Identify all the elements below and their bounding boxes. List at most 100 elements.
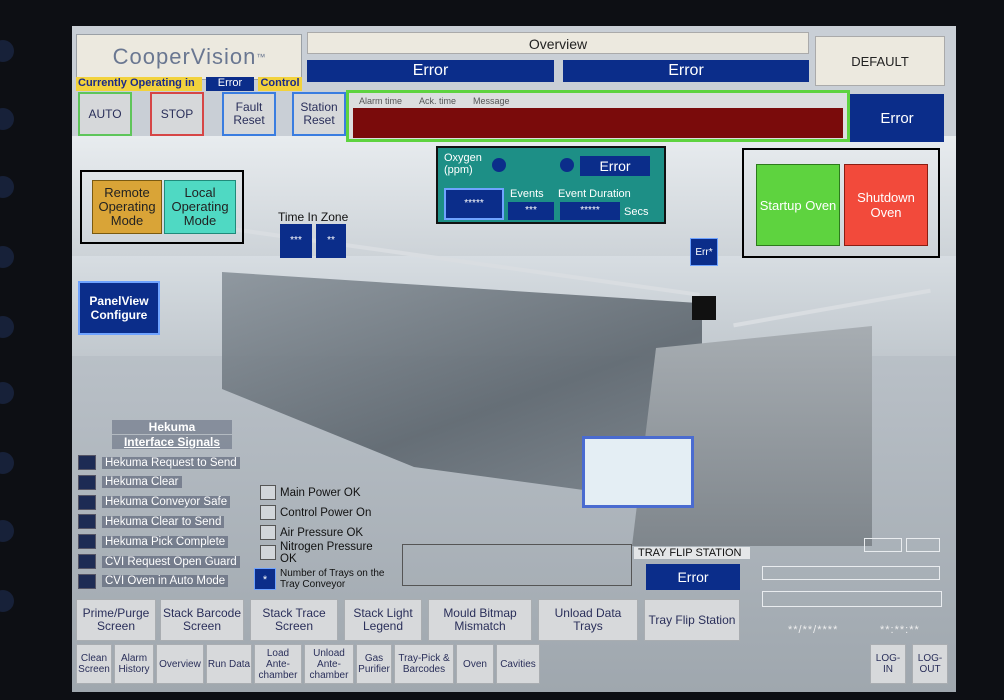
logo-panel: CooperVision ™ (76, 34, 302, 80)
alarm-time-header: Alarm time (359, 96, 403, 106)
indicator-label: Nitrogen Pressure OK (280, 540, 373, 565)
remote-operating-mode-button[interactable]: Remote Operating Mode (92, 180, 162, 234)
fault-reset-button[interactable]: Fault Reset (222, 92, 276, 136)
nav-button[interactable]: Alarm History (114, 644, 154, 684)
function-button[interactable]: Mould Bitmap Mismatch (428, 599, 532, 641)
hmi-screen: CooperVision ™ Overview Error Error DEFAU… (72, 26, 956, 692)
hekuma-signal-row: Hekuma Conveyor Safe (78, 494, 256, 511)
message-header: Message (473, 96, 510, 106)
hekuma-signal-row: Hekuma Pick Complete (78, 533, 256, 550)
indicator-outline (762, 591, 942, 607)
logo-text: CooperVision (112, 44, 257, 69)
hekuma-signal-row: CVI Request Open Guard (78, 553, 256, 570)
signal-label: Hekuma Request to Send (102, 456, 240, 469)
signal-indicator (78, 455, 96, 470)
plant-indicator-row: Air Pressure OK (260, 524, 390, 541)
alarm-side-status: Error (850, 94, 944, 142)
signal-label: Hekuma Clear (102, 476, 182, 489)
tray-count-label: Number of Trays on the Tray Conveyor (280, 568, 385, 590)
indicator-label: Air Pressure OK (280, 526, 364, 539)
signal-indicator (78, 474, 96, 490)
time-in-zone-value-2: ** (316, 224, 346, 258)
tray-count: * (254, 568, 276, 590)
login-button[interactable]: LOG-IN (870, 644, 906, 684)
indicator-light (260, 505, 276, 520)
nav-button[interactable]: Run Data (206, 644, 252, 684)
nav-button[interactable]: Load Ante-chamber (254, 644, 302, 684)
alarm-banner[interactable]: Alarm time Ack. time Message (346, 90, 850, 142)
signal-indicator (78, 514, 96, 530)
error-tag[interactable]: Err* (690, 238, 718, 266)
events-label: Events (510, 188, 544, 200)
function-button[interactable]: Unload Data Trays (538, 599, 638, 641)
function-button[interactable]: Prime/Purge Screen (76, 599, 156, 641)
plant-indicator-row: Nitrogen Pressure OK (260, 541, 390, 565)
plant-indicator-row: Control Power On (260, 504, 390, 521)
signal-label: Hekuma Clear to Send (102, 515, 225, 528)
nav-button[interactable]: Gas Purifier (356, 644, 392, 684)
alarm-message-area (353, 108, 843, 138)
indicator-light (260, 485, 276, 500)
signal-label: Hekuma Conveyor Safe (102, 496, 231, 509)
currently-operating-label: Currently Operating in (76, 77, 202, 91)
indicator-outline (864, 538, 902, 552)
nav-button[interactable]: Unload Ante-chamber (304, 644, 354, 684)
function-button[interactable]: Tray Flip Station (644, 599, 740, 641)
hekuma-signal-row: Hekuma Clear to Send (78, 513, 256, 530)
function-button[interactable]: Stack Light Legend (344, 599, 422, 641)
nav-button[interactable]: Clean Screen (76, 644, 112, 684)
oven-control-group: Startup Oven Shutdown Oven (742, 148, 940, 258)
tray-flip-status: Error (646, 564, 740, 590)
tray-flip-station-label: TRAY FLIP STATION (634, 547, 750, 559)
plant-indicator-row: Main Power OK (260, 484, 390, 501)
time-in-zone-label: Time In Zone (278, 210, 349, 224)
event-duration-label: Event Duration (558, 188, 631, 200)
function-button[interactable]: Stack Barcode Screen (160, 599, 244, 641)
hekuma-subtitle: Interface Signals (112, 435, 232, 449)
status-indicator-black (692, 296, 716, 320)
oxygen-value: ***** (444, 188, 504, 220)
indicator-outline (906, 538, 940, 552)
hekuma-title: Hekuma (112, 420, 232, 434)
hekuma-signal-row: Hekuma Request to Send (78, 454, 256, 471)
page-title: Overview (307, 32, 809, 54)
trademark: ™ (256, 52, 266, 62)
date-display: **/**/**** (788, 624, 839, 636)
machine-display-image (582, 436, 694, 508)
shutdown-oven-button[interactable]: Shutdown Oven (844, 164, 928, 246)
hekuma-signal-row: CVI Oven in Auto Mode (78, 573, 256, 590)
oxygen-status: Error (580, 156, 650, 176)
time-in-zone-value-1: *** (280, 224, 312, 258)
signal-label: Hekuma Pick Complete (102, 535, 229, 548)
indicator-outline (762, 566, 940, 580)
nav-button[interactable]: Tray-Pick & Barcodes (394, 644, 454, 684)
signal-indicator (78, 494, 96, 510)
indicator-label: Control Power On (280, 506, 372, 519)
local-operating-mode-button[interactable]: Local Operating Mode (164, 180, 236, 234)
status-error-right: Error (563, 60, 809, 82)
signal-indicator (78, 554, 96, 569)
event-duration-value: ***** (560, 202, 620, 220)
signal-label: CVI Oven in Auto Mode (102, 575, 229, 588)
control-label: Control (258, 77, 302, 91)
nav-button[interactable]: Oven (456, 644, 494, 684)
operating-status: Error (206, 77, 254, 91)
oxygen-label: Oxygen (ppm) (444, 152, 482, 176)
default-button[interactable]: DEFAULT (815, 36, 945, 86)
logout-button[interactable]: LOG-OUT (912, 644, 948, 684)
nav-button[interactable]: Cavities (496, 644, 540, 684)
station-reset-button[interactable]: Station Reset (292, 92, 346, 136)
startup-oven-button[interactable]: Startup Oven (756, 164, 840, 246)
time-display: **:**:** (880, 624, 920, 636)
indicator-light (260, 545, 276, 560)
indicator-label: Main Power OK (280, 486, 361, 499)
auto-button[interactable]: AUTO (78, 92, 132, 136)
ack-time-header: Ack. time (419, 96, 457, 106)
nav-button[interactable]: Overview (156, 644, 204, 684)
function-button[interactable]: Stack Trace Screen (250, 599, 338, 641)
panelview-configure-button[interactable]: PanelView Configure (78, 281, 160, 335)
tray-info-frame (402, 544, 632, 586)
secs-label: Secs (624, 206, 649, 218)
oxygen-indicator-icon (560, 158, 574, 172)
stop-button[interactable]: STOP (150, 92, 204, 136)
